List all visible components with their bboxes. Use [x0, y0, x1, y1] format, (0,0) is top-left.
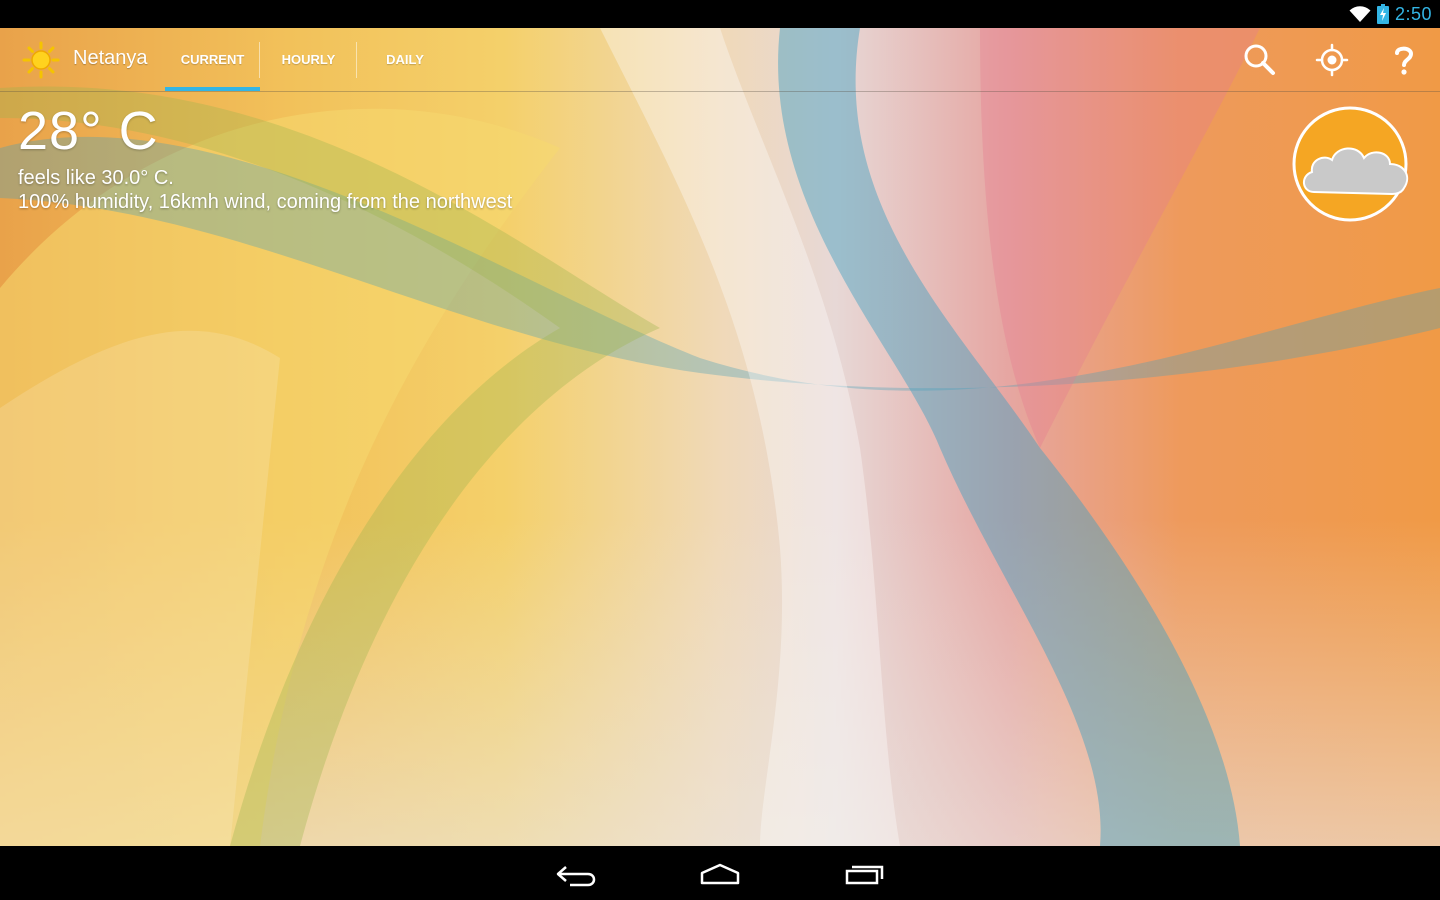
feels-like: feels like 30.0° C.: [18, 167, 174, 189]
recents-icon[interactable]: [838, 857, 890, 891]
my-location-icon[interactable]: [1312, 40, 1352, 80]
status-time: 2:50: [1394, 3, 1432, 24]
tab-current[interactable]: CURRENT: [165, 28, 260, 91]
search-icon[interactable]: [1240, 40, 1280, 80]
action-bar: Netanya CURRENT HOURLY DAILY: [0, 28, 1440, 92]
city-name: Netanya: [73, 47, 148, 69]
home-icon[interactable]: [694, 857, 746, 891]
tab-daily[interactable]: DAILY: [357, 28, 453, 91]
navigation-bar: [0, 846, 1440, 900]
status-icons: 2:50: [1349, 0, 1432, 28]
tab-bar: CURRENT HOURLY DAILY: [165, 28, 453, 91]
wifi-icon: [1349, 6, 1371, 22]
status-bar: 2:50: [0, 0, 1440, 28]
sun-icon[interactable]: [22, 41, 60, 79]
tab-label: DAILY: [386, 52, 424, 67]
back-icon[interactable]: [550, 857, 602, 891]
tab-label: CURRENT: [180, 52, 245, 67]
tab-label: HOURLY: [281, 52, 336, 67]
tab-hourly[interactable]: HOURLY: [260, 28, 357, 91]
battery-charging-icon: [1376, 4, 1389, 24]
help-icon[interactable]: [1384, 40, 1424, 80]
current-temperature: 28° C: [18, 101, 159, 161]
partly-cloudy-icon: [1292, 106, 1409, 222]
wallpaper: [0, 28, 1440, 846]
tab-indicator: [165, 87, 260, 91]
weather-details: 100% humidity, 16kmh wind, coming from t…: [18, 191, 513, 213]
